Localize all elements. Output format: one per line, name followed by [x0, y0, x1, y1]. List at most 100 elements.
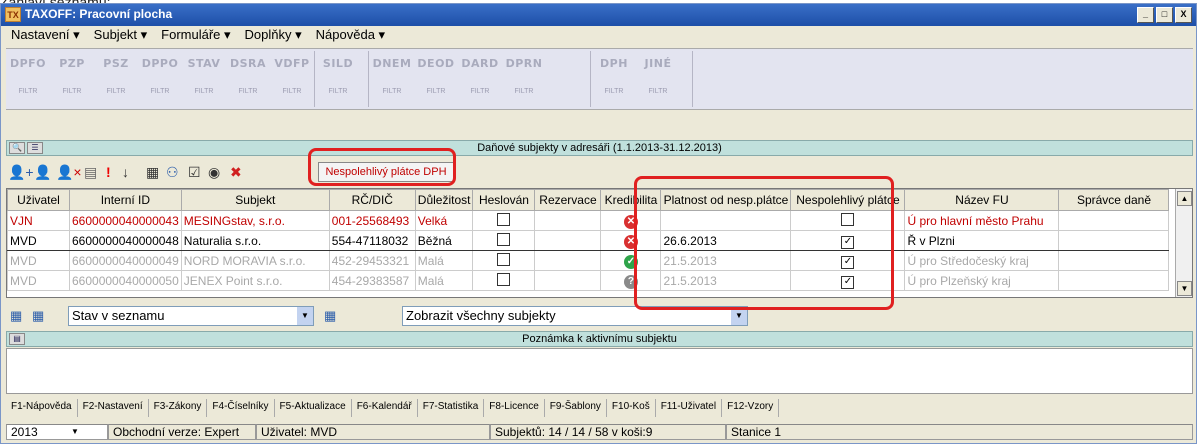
users-icon[interactable]: ⚇: [166, 163, 179, 181]
grid-icon[interactable]: ▦: [146, 163, 159, 181]
forms-ribbon: DPFO FILTR PZP FILTR PSZ FILTR DPPO FILTR ST…: [6, 48, 1193, 110]
filter-row: ▦ ▦ Stav v seznamu ▼ ▦ Zobrazit všechny …: [6, 304, 1193, 328]
fkey-f12[interactable]: F12-Vzory: [722, 399, 780, 417]
fkey-f1[interactable]: F1-Nápověda: [6, 399, 78, 417]
info-circle-icon[interactable]: ◉: [208, 163, 220, 181]
col-header-subject[interactable]: Subjekt: [180, 189, 330, 211]
password-checkbox[interactable]: [497, 272, 511, 286]
note-textarea[interactable]: [6, 348, 1193, 394]
menu-formulare[interactable]: Formuláře ▾: [154, 25, 237, 47]
form-button-dprn[interactable]: DPRN FILTR: [502, 51, 546, 107]
filter-grid-icon[interactable]: ▦: [324, 307, 336, 325]
form-button-jine[interactable]: JINÉ FILTR: [636, 51, 680, 107]
chevron-down-icon[interactable]: ▼: [71, 425, 79, 439]
form-button-vdfp[interactable]: VDFP FILTR: [270, 51, 314, 107]
menu-bar: Nastavení ▾ Subjekt ▾ Formuláře ▾ Doplňk…: [4, 25, 392, 47]
password-checkbox[interactable]: [497, 212, 511, 226]
form-button-sild[interactable]: SILD FILTR: [316, 51, 360, 107]
filter-add-icon[interactable]: ▦: [10, 307, 22, 325]
form-button-psz[interactable]: PSZ FILTR: [94, 51, 138, 107]
address-bar: 🔍 ☰ Daňové subjekty v adresáři (1.1.2013…: [6, 140, 1193, 156]
sort-down-icon[interactable]: ↓: [122, 163, 129, 181]
col-header-fu-name[interactable]: Název FU: [904, 189, 1060, 211]
form-button-dpfo[interactable]: DPFO FILTR: [6, 51, 50, 107]
address-bar-title: Daňové subjekty v adresáři (1.1.2013-31.…: [477, 142, 722, 154]
menu-subjekt[interactable]: Subjekt ▾: [87, 25, 155, 47]
fkey-f4[interactable]: F4-Číselníky: [207, 399, 275, 417]
edit-user-icon[interactable]: 👤: [34, 163, 51, 181]
close-button[interactable]: X: [1175, 7, 1192, 23]
table-row-selected[interactable]: MVD 6600000040000048 Naturalia s.r.o. 55…: [7, 230, 1170, 251]
scroll-down-icon[interactable]: ▼: [1177, 281, 1192, 296]
subjects-status: Subjektů: 14 / 14 / 58 v koši:9: [490, 424, 726, 440]
fkey-f11[interactable]: F11-Uživatel: [656, 399, 723, 417]
col-header-internal-id[interactable]: Interní ID: [69, 189, 182, 211]
minimize-button[interactable]: _: [1137, 7, 1154, 23]
fkey-f2[interactable]: F2-Nastavení: [78, 399, 149, 417]
menu-nastaveni[interactable]: Nastavení ▾: [4, 25, 87, 47]
password-checkbox[interactable]: [497, 252, 511, 266]
col-header-password[interactable]: Heslován: [472, 189, 536, 211]
scroll-up-icon[interactable]: ▲: [1177, 191, 1192, 206]
fkey-f6[interactable]: F6-Kalendář: [352, 399, 418, 417]
col-header-dic[interactable]: RČ/DIČ: [328, 189, 416, 211]
filter-remove-icon[interactable]: ▦: [32, 307, 44, 325]
password-checkbox[interactable]: [497, 232, 511, 246]
menu-doplnky[interactable]: Doplňky ▾: [238, 25, 309, 47]
delete-circle-icon[interactable]: ✖: [230, 163, 242, 181]
state-select-value: Stav v seznamu: [72, 308, 165, 323]
chevron-down-icon[interactable]: ▼: [297, 307, 313, 325]
form-button-stav[interactable]: STAV FILTR: [182, 51, 226, 107]
cell-tax-admin: [1058, 230, 1170, 251]
table-header: Uživatel Interní ID Subjekt RČ/DIČ Důlež…: [7, 189, 1170, 211]
checklist-icon[interactable]: ☑: [188, 163, 201, 181]
table-row[interactable]: MVD 6600000040000049 NORD MORAVIA s.r.o.…: [7, 250, 1170, 271]
form-button-deod[interactable]: DEOD FILTR: [414, 51, 458, 107]
note-bar-title: Poznámka k aktivnímu subjektu: [522, 333, 677, 345]
table-row[interactable]: VJN 6600000040000043 MESINGstav, s.r.o. …: [7, 210, 1170, 231]
fkey-f8[interactable]: F8-Licence: [484, 399, 545, 417]
user-status: Uživatel: MVD: [256, 424, 490, 440]
col-header-reservation[interactable]: Rezervace: [534, 189, 602, 211]
cell-dic: 554-47118032: [328, 230, 416, 251]
form-button-pzp[interactable]: PZP FILTR: [50, 51, 94, 107]
form-button-dard[interactable]: DARD FILTR: [458, 51, 502, 107]
cell-fu-name: Ú pro Středočeský kraj: [904, 250, 1060, 271]
form-button-dph[interactable]: DPH FILTR: [592, 51, 636, 107]
cell-dic: 454-29383587: [328, 270, 416, 291]
app-icon: TX: [5, 7, 21, 22]
fkey-f5[interactable]: F5-Aktualizace: [275, 399, 352, 417]
col-header-tax-admin[interactable]: Správce daně: [1058, 189, 1170, 211]
cell-reservation: [534, 230, 602, 251]
form-button-dppo[interactable]: DPPO FILTR: [138, 51, 182, 107]
form-button-dsra[interactable]: DSRA FILTR: [226, 51, 270, 107]
form-group-property: DNEM FILTR DEOD FILTR DARD FILTR DPRN FILTR: [370, 51, 591, 107]
state-select[interactable]: Stav v seznamu ▼: [68, 306, 314, 326]
remove-user-icon[interactable]: 👤×: [56, 163, 82, 181]
add-user-icon[interactable]: 👤+: [8, 163, 34, 181]
station-status: Stanice 1: [726, 424, 1193, 440]
subjects-table: Uživatel Interní ID Subjekt RČ/DIČ Důlež…: [6, 188, 1193, 298]
col-header-user[interactable]: Uživatel: [7, 189, 70, 211]
form-group-income: DPFO FILTR PZP FILTR PSZ FILTR DPPO FILTR ST…: [6, 51, 315, 107]
subjects-grid: Uživatel Interní ID Subjekt RČ/DIČ Důlež…: [7, 189, 1170, 291]
form-button-dnem[interactable]: DNEM FILTR: [370, 51, 414, 107]
cell-fu-name: Ú pro Plzeňský kraj: [904, 270, 1060, 291]
fkey-f7[interactable]: F7-Statistika: [418, 399, 485, 417]
col-header-importance[interactable]: Důležitost: [414, 189, 474, 211]
year-value: 2013: [11, 425, 38, 439]
maximize-button[interactable]: □: [1156, 7, 1173, 23]
lock-icon[interactable]: ▤: [84, 163, 97, 181]
cell-internal-id: 6600000040000049: [69, 250, 182, 271]
cell-importance: Běžná: [414, 230, 474, 251]
alert-icon[interactable]: !: [106, 163, 111, 181]
table-row[interactable]: MVD 6600000040000050 JENEX Point s.r.o. …: [7, 270, 1170, 291]
menu-napoveda[interactable]: Nápověda ▾: [309, 25, 392, 47]
fkey-f9[interactable]: F9-Šablony: [545, 399, 607, 417]
fkey-f3[interactable]: F3-Zákony: [149, 399, 208, 417]
vertical-scrollbar[interactable]: ▲ ▼: [1175, 189, 1192, 297]
year-select[interactable]: 2013 ▼: [6, 424, 108, 440]
show-select-value: Zobrazit všechny subjekty: [406, 308, 556, 323]
cell-subject: JENEX Point s.r.o.: [180, 270, 330, 291]
fkey-f10[interactable]: F10-Koš: [607, 399, 656, 417]
